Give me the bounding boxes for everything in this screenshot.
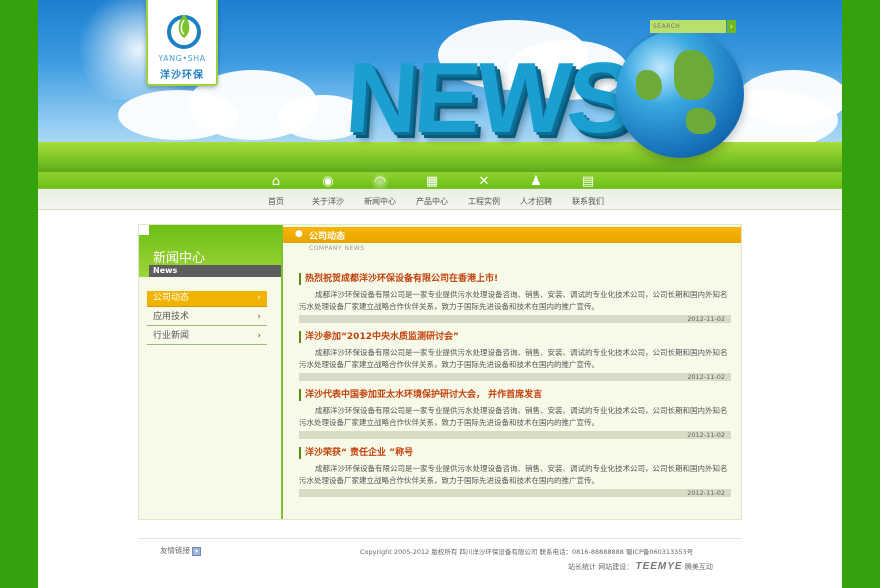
chevron-right-icon: › [257, 293, 261, 303]
news-item: 洋沙荣获“ 责任企业 ”称号 成都洋沙环保设备有限公司是一家专业提供污水处理设备… [299, 447, 731, 497]
news-item: 洋沙代表中国参加亚太水环境保护研讨大会， 并作首席发言 成都洋沙环保设备有限公司… [299, 389, 731, 439]
nav-label: 关于洋沙 [312, 197, 344, 206]
logo-english-text: YANG•SHA [158, 54, 206, 63]
sidebar-subtitle: News [149, 265, 281, 277]
news-summary: 成都洋沙环保设备有限公司是一家专业提供污水处理设备咨询、销售、安装、调试的专业化… [315, 348, 728, 357]
news-summary: 成都洋沙环保设备有限公司是一家专业提供污水处理设备咨询、销售、安装、调试的专业化… [315, 290, 728, 299]
friend-links-label: 友情链接 [160, 546, 190, 555]
sidebar-item-industry-news[interactable]: 行业新闻 › [147, 329, 267, 345]
logo[interactable]: YANG•SHA 洋沙环保 [146, 0, 218, 86]
nav-label: 工程实例 [468, 197, 500, 206]
tools-icon: ✕ [478, 174, 490, 189]
friend-links[interactable]: 友情链接 ▾ [160, 545, 201, 556]
search-button[interactable]: › [727, 20, 736, 33]
credits: 站长统计 网站建设： TEEMYE 腾美互动 [568, 561, 713, 572]
category-bar: ● 公司动态 [283, 227, 741, 243]
nav-label: 首页 [268, 197, 284, 206]
nav-item-news[interactable]: ◠ 新闻中心 [354, 172, 406, 210]
sidebar-menu: 公司动态 › 应用技术 › 行业新闻 › [147, 291, 267, 348]
page: NEWS YANG•SHA 洋沙环保 › ⌂ 首页 ◉ 关于洋 [38, 0, 842, 588]
bullet-icon: ● [295, 229, 303, 239]
corner-mark [139, 225, 149, 235]
copyright-text: Copyright 2005-2012 版权所有 四川洋沙环保设备有限公司 联系… [360, 548, 694, 556]
news-date: 2012-11-02 [299, 373, 731, 381]
sidebar-header: 新闻中心 News [139, 225, 281, 277]
main-nav: ⌂ 首页 ◉ 关于洋沙 ◠ 新闻中心 ▦ 产品中心 ✕ 工程实例 ♟ 人才招聘 … [38, 172, 842, 210]
category-title: 公司动态 [309, 232, 346, 242]
cloud [738, 70, 842, 125]
content-panel: 新闻中心 News 公司动态 › 应用技术 › 行业新闻 › ● 公司动态 CO… [138, 224, 742, 520]
news-date: 2012-11-02 [299, 489, 731, 497]
nav-label: 新闻中心 [364, 197, 396, 206]
sidebar-item-company-news[interactable]: 公司动态 › [147, 291, 267, 307]
sidebar-item-label: 公司动态 [153, 293, 190, 303]
news-summary: 污水处理设备厂家建立战略合作伙伴关系，致力于国际先进设备和技术在国内的推广宣传。 [299, 476, 599, 485]
news-date: 2012-11-02 [299, 431, 731, 439]
wifi-icon: ◠ [370, 173, 390, 191]
nav-label: 产品中心 [416, 197, 448, 206]
blocks-icon: ▦ [425, 174, 439, 189]
news-title-link[interactable]: 热烈祝贺成都洋沙环保设备有限公司在香港上市! [299, 273, 731, 285]
home-icon: ⌂ [271, 174, 281, 189]
news-summary: 成都洋沙环保设备有限公司是一家专业提供污水处理设备咨询、销售、安装、调试的专业化… [315, 406, 728, 415]
news-title-link[interactable]: 洋沙代表中国参加亚太水环境保护研讨大会， 并作首席发言 [299, 389, 731, 401]
banner-news-word: NEWS [342, 42, 634, 154]
news-list-panel: ● 公司动态 COMPANY NEWS 热烈祝贺成都洋沙环保设备有限公司在香港上… [283, 225, 741, 519]
nav-label: 联系我们 [572, 197, 604, 206]
nav-item-products[interactable]: ▦ 产品中心 [406, 172, 458, 210]
footer-divider [138, 538, 742, 539]
chevron-right-icon: › [257, 331, 261, 341]
news-summary: 成都洋沙环保设备有限公司是一家专业提供污水处理设备咨询、销售、安装、调试的专业化… [315, 464, 728, 473]
category-subtitle: COMPANY NEWS [309, 245, 365, 252]
logo-chinese-text: 洋沙环保 [160, 70, 204, 81]
news-title-link[interactable]: 洋沙荣获“ 责任企业 ”称号 [299, 447, 731, 459]
nav-item-projects[interactable]: ✕ 工程实例 [458, 172, 510, 210]
news-title-link[interactable]: 洋沙参加“2012中央水质监测研讨会” [299, 331, 731, 343]
banner: NEWS YANG•SHA 洋沙环保 › [38, 0, 842, 172]
news-summary: 污水处理设备厂家建立战略合作伙伴关系，致力于国际先进设备和技术在国内的推广宣传。 [299, 418, 599, 427]
sidebar-item-label: 行业新闻 [153, 331, 190, 341]
news-item: 洋沙参加“2012中央水质监测研讨会” 成都洋沙环保设备有限公司是一家专业提供污… [299, 331, 731, 381]
search-input[interactable] [650, 20, 726, 33]
nav-item-contact[interactable]: ▤ 联系我们 [562, 172, 614, 210]
credits-prefix[interactable]: 站长统计 网站建设： [568, 563, 633, 571]
credits-suffix: 腾美互动 [684, 563, 713, 571]
sidebar-item-tech[interactable]: 应用技术 › [147, 310, 267, 326]
search-box: › [650, 20, 736, 33]
news-summary: 污水处理设备厂家建立战略合作伙伴关系，致力于国际先进设备和技术在国内的推广宣传。 [299, 360, 599, 369]
news-date: 2012-11-02 [299, 315, 731, 323]
globe-icon [616, 30, 744, 158]
news-item: 热烈祝贺成都洋沙环保设备有限公司在香港上市! 成都洋沙环保设备有限公司是一家专业… [299, 273, 731, 323]
nav-item-about[interactable]: ◉ 关于洋沙 [302, 172, 354, 210]
add-user-icon: ♟ [530, 174, 542, 189]
nav-item-home[interactable]: ⌂ 首页 [250, 172, 302, 210]
sidebar-title: 新闻中心 [153, 251, 206, 266]
book-icon: ▤ [581, 174, 595, 189]
logo-mark-icon [167, 14, 201, 49]
chevron-down-icon[interactable]: ▾ [192, 546, 201, 556]
sidebar-item-label: 应用技术 [153, 312, 190, 322]
nav-item-jobs[interactable]: ♟ 人才招聘 [510, 172, 562, 210]
drop-icon: ◉ [322, 174, 334, 189]
nav-label: 人才招聘 [520, 197, 552, 206]
chevron-right-icon: › [257, 312, 261, 322]
news-summary: 污水处理设备厂家建立战略合作伙伴关系，致力于国际先进设备和技术在国内的推广宣传。 [299, 302, 599, 311]
sidebar: 新闻中心 News 公司动态 › 应用技术 › 行业新闻 › [139, 225, 281, 519]
teemye-logo[interactable]: TEEMYE [635, 561, 682, 572]
